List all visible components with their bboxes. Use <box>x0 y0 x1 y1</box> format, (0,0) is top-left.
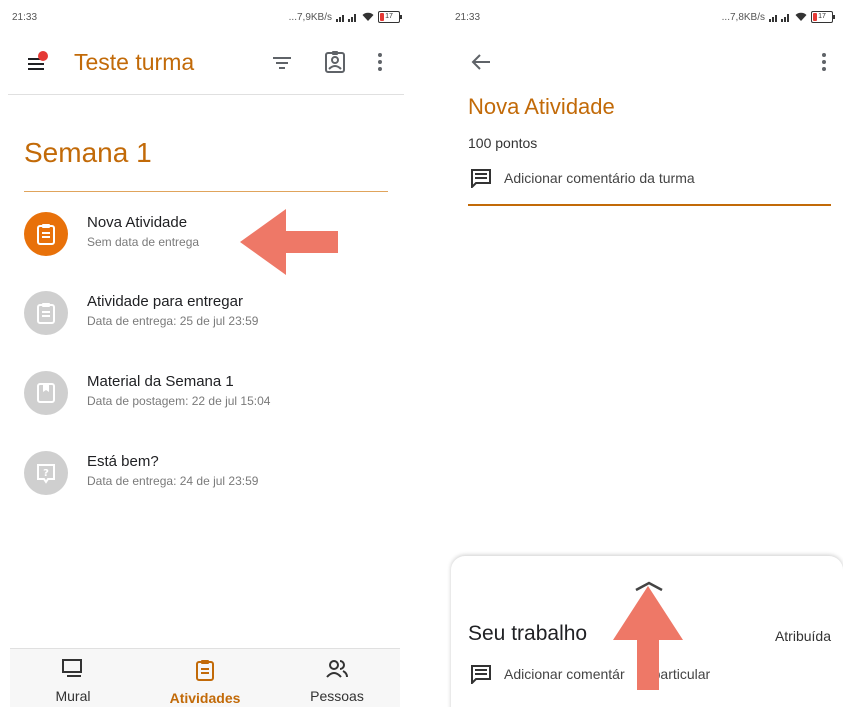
more-options-button[interactable] <box>811 48 837 76</box>
tab-pessoas[interactable]: Pessoas <box>282 659 392 704</box>
stream-icon <box>62 659 82 677</box>
svg-text:?: ? <box>43 468 49 479</box>
question-icon: ? <box>24 451 68 495</box>
assignment-title: Nova Atividade <box>468 94 615 119</box>
title-divider <box>468 204 831 206</box>
assignment-ind-icon <box>325 51 345 73</box>
filter-button[interactable] <box>266 48 298 78</box>
status-bar: 21:33 ...7,9KB/s 17 <box>0 0 410 34</box>
right-screen: 21:33 ...7,8KB/s 17 Nova Atividade 100 p… <box>443 0 843 707</box>
arrow-back-icon <box>471 54 490 70</box>
filter-icon <box>273 57 291 69</box>
list-item[interactable]: ? Está bem? Data de entrega: 24 de jul 2… <box>22 451 382 507</box>
classwork-icon <box>196 660 214 681</box>
item-title: Está bem? <box>87 453 159 470</box>
signal-icon <box>769 14 789 22</box>
back-button[interactable] <box>467 48 495 76</box>
wifi-icon <box>362 12 374 21</box>
your-work-title: Seu trabalho <box>468 622 588 645</box>
item-title: Nova Atividade <box>87 214 188 231</box>
status-indicators: ...7,8KB/s 17 <box>721 11 835 23</box>
signal-icon <box>336 14 356 22</box>
network-speed: ...7,9KB/s <box>288 11 332 23</box>
assignment-icon <box>24 212 68 256</box>
header-divider <box>8 94 404 95</box>
tab-mural[interactable]: Mural <box>18 659 128 704</box>
tab-label: Pessoas <box>310 688 364 704</box>
battery-level: 17 <box>818 13 826 20</box>
comment-icon <box>471 665 491 684</box>
status-indicators: ...7,9KB/s 17 <box>288 11 402 23</box>
wifi-icon <box>795 12 807 21</box>
item-subtitle: Data de entrega: 24 de jul 23:59 <box>87 474 259 488</box>
network-speed: ...7,8KB/s <box>721 11 765 23</box>
your-work-button[interactable] <box>318 46 352 78</box>
bottom-navigation: Mural Atividades Pessoas <box>10 648 400 707</box>
item-title: Atividade para entregar <box>87 293 243 310</box>
status-badge: Atribuída <box>774 628 831 644</box>
item-subtitle: Data de entrega: 25 de jul 23:59 <box>87 314 259 328</box>
item-subtitle: Data de postagem: 22 de jul 15:04 <box>87 394 271 408</box>
pointer-arrow-up <box>613 586 683 690</box>
material-icon <box>24 371 68 415</box>
private-comment-label: Adicionar comentár <box>504 666 625 682</box>
class-comment-button[interactable]: Adicionar comentário da turma <box>470 168 695 188</box>
status-time: 21:33 <box>12 12 38 23</box>
class-title: Teste turma <box>74 49 195 75</box>
class-comment-label: Adicionar comentário da turma <box>504 170 695 186</box>
assignment-icon <box>24 291 68 335</box>
tab-label: Mural <box>55 688 91 704</box>
list-item[interactable]: Atividade para entregar Data de entrega:… <box>22 291 382 347</box>
people-icon <box>326 660 348 678</box>
pointer-arrow-left <box>240 209 338 275</box>
battery-icon: 17 <box>811 11 835 23</box>
more-vert-icon <box>822 53 826 71</box>
item-title: Material da Semana 1 <box>87 373 234 390</box>
item-subtitle: Sem data de entrega <box>87 235 200 249</box>
tab-label: Atividades <box>169 690 241 706</box>
topic-divider <box>24 191 388 192</box>
comment-icon <box>471 169 491 188</box>
battery-level: 17 <box>385 13 393 20</box>
battery-icon: 17 <box>378 11 402 23</box>
more-options-button[interactable] <box>366 46 394 78</box>
topic-title: Semana 1 <box>24 137 152 168</box>
menu-button[interactable] <box>22 46 54 78</box>
left-screen: 21:33 ...7,9KB/s 17 Teste turma Semana 1… <box>0 0 410 707</box>
status-time: 21:33 <box>455 12 481 23</box>
tab-atividades[interactable]: Atividades <box>150 659 260 706</box>
menu-icon <box>28 51 48 70</box>
more-vert-icon <box>378 53 382 71</box>
status-bar: 21:33 ...7,8KB/s 17 <box>443 0 843 34</box>
list-item[interactable]: Material da Semana 1 Data de postagem: 2… <box>22 371 382 427</box>
points-label: 100 pontos <box>468 135 538 151</box>
